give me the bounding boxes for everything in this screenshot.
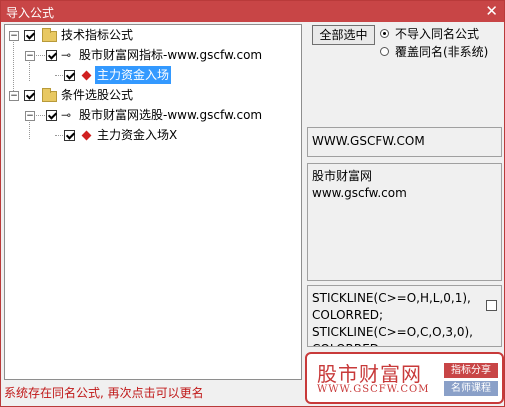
formula-icon: [81, 130, 92, 141]
radio-skip[interactable]: [380, 29, 389, 38]
option-label: 覆盖同名(非系统): [395, 45, 489, 59]
subgroup-checkbox[interactable]: [46, 110, 57, 121]
formula-icon: [81, 70, 92, 81]
tree-item-label: 股市财富网指标-www.gscfw.com: [79, 48, 263, 62]
window-title: 导入公式: [6, 6, 55, 20]
watermark-tag-course: 名师课程: [444, 381, 498, 396]
key-icon: ⊸: [61, 108, 72, 122]
formula-checkbox[interactable]: [64, 70, 75, 81]
formula-tree: − 技术指标公式 − ⊸ 股市财富网指标-www.gscfw.com 主力资金入…: [4, 24, 302, 380]
url-box: WWW.GSCFW.COM: [307, 127, 502, 157]
close-icon[interactable]: ✕: [485, 2, 498, 20]
collapse-icon[interactable]: −: [25, 51, 35, 61]
tree-item-main-fund-entry[interactable]: 主力资金入场: [5, 66, 295, 84]
import-formula-dialog: 导入公式 ✕ − 技术指标公式 − ⊸ 股市财富网指标-www.gscfw.co…: [0, 0, 505, 407]
tree-item-label: 条件选股公式: [61, 88, 134, 102]
tree-item-gscfw-screens[interactable]: − ⊸ 股市财富网选股-www.gscfw.com: [5, 106, 295, 124]
title-bar: 导入公式 ✕: [1, 1, 504, 22]
radio-overwrite[interactable]: [380, 47, 389, 56]
folder-icon: [42, 88, 57, 102]
watermark-tag-share: 指标分享: [444, 363, 498, 378]
watermark-name: 股市财富网: [317, 362, 422, 386]
code-checkbox[interactable]: [486, 300, 497, 311]
subgroup-checkbox[interactable]: [46, 50, 57, 61]
select-all-button[interactable]: 全部选中: [312, 25, 375, 45]
watermark-url: WWW.GSCFW.COM: [317, 384, 430, 395]
description-text: 股市财富网 www.gscfw.com: [312, 169, 407, 200]
watermark-badge: 股市财富网 WWW.GSCFW.COM 指标分享 名师课程: [305, 352, 504, 404]
code-box: STICKLINE(C>=O,H,L,0,1), COLORRED; STICK…: [307, 285, 502, 347]
tree-item-stock-screen-formulas[interactable]: − 条件选股公式: [5, 86, 295, 104]
option-label: 不导入同名公式: [395, 27, 480, 41]
group-checkbox[interactable]: [24, 90, 35, 101]
group-checkbox[interactable]: [24, 30, 35, 41]
tree-item-label: 股市财富网选股-www.gscfw.com: [79, 108, 263, 122]
tree-item-tech-formulas[interactable]: − 技术指标公式: [5, 26, 295, 44]
tree-item-label: 主力资金入场X: [97, 128, 178, 142]
tree-item-label: 技术指标公式: [61, 28, 134, 42]
formula-checkbox[interactable]: [64, 130, 75, 141]
collapse-icon[interactable]: −: [9, 31, 19, 41]
code-text: STICKLINE(C>=O,H,L,0,1), COLORRED; STICK…: [312, 291, 473, 346]
key-icon: ⊸: [61, 48, 72, 62]
tree-item-main-fund-entry-x[interactable]: 主力资金入场X: [5, 126, 295, 144]
tree-item-gscfw-indicators[interactable]: − ⊸ 股市财富网指标-www.gscfw.com: [5, 46, 295, 64]
collapse-icon[interactable]: −: [25, 111, 35, 121]
collapse-icon[interactable]: −: [9, 91, 19, 101]
tree-item-label: 主力资金入场: [95, 66, 172, 84]
url-text: WWW.GSCFW.COM: [312, 134, 425, 148]
status-message: 系统存在同名公式, 再次点击可以更名: [4, 386, 204, 400]
description-box: 股市财富网 www.gscfw.com: [307, 163, 502, 281]
folder-icon: [42, 28, 57, 42]
